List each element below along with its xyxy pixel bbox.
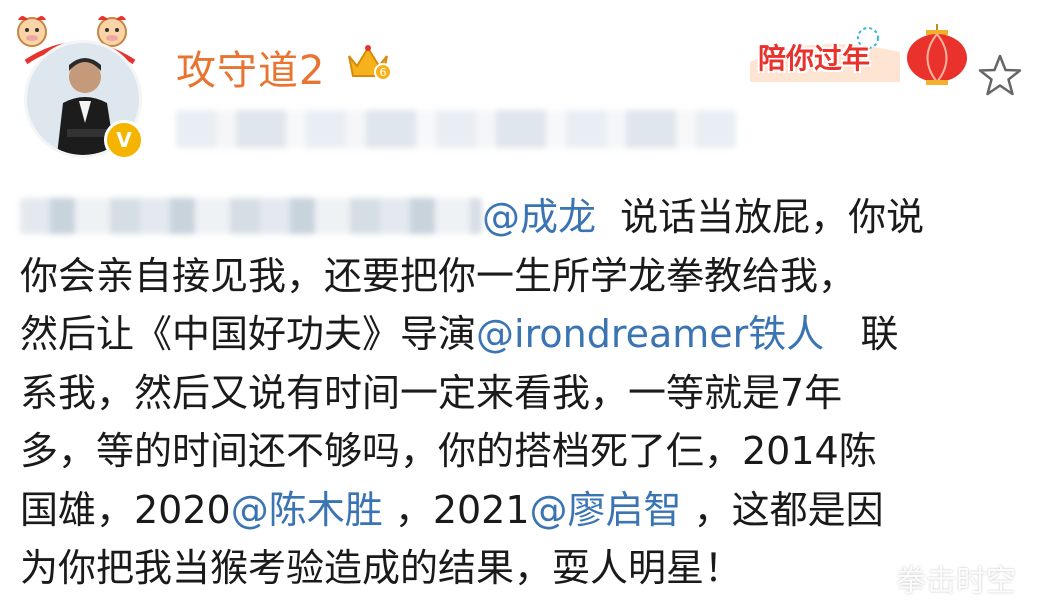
avatar-container[interactable]: V — [12, 10, 152, 160]
lantern-icon — [907, 24, 967, 85]
blurred-mention — [20, 198, 482, 234]
star-outline-icon[interactable] — [976, 52, 1024, 100]
crown-level: 6 — [380, 66, 387, 79]
crown-icon: 6 — [348, 45, 391, 81]
post-content: @成龙 说话当放屁，你说 你会亲自接见我，还要把你一生所学龙拳教给我， 然后让《… — [20, 188, 1030, 598]
event-badge-text: 陪你过年 — [758, 42, 871, 75]
content-text: ，2021 — [382, 487, 530, 532]
event-badge[interactable]: 陪你过年 — [750, 22, 990, 88]
content-text: ，这都是因 — [681, 487, 884, 532]
mention-link[interactable]: @成龙 — [482, 195, 596, 239]
content-text: 联 — [824, 312, 899, 356]
post-meta-blurred — [176, 110, 736, 148]
content-line: 多，等的时间还不够吗，你的搭档死了仨，2014陈 — [20, 429, 877, 473]
content-line: 为你把我当猴考验造成的结果，耍人明星！ — [20, 546, 743, 590]
content-text: 说话当放屁，你说 — [596, 195, 925, 239]
username[interactable]: 攻守道2 — [176, 38, 325, 96]
content-line: 你会亲自接见我，还要把你一生所学龙拳教给我， — [20, 253, 857, 298]
content-line: 然后让《中国好功夫》导演@irondreamer铁人 联 — [20, 305, 1030, 364]
mention-link[interactable]: @irondreamer铁人 — [476, 312, 824, 356]
content-line: 国雄，2020@陈木胜 ，2021@廖启智 ，这都是因 — [20, 481, 1030, 540]
mention-link[interactable]: @廖启智 — [530, 488, 682, 532]
content-text: 国雄，2020 — [20, 487, 231, 532]
content-line: 系我，然后又说有时间一定来看我，一等就是7年 — [20, 370, 843, 415]
mention-link[interactable]: @陈木胜 — [231, 488, 383, 532]
weibo-post: V 攻守道2 6 陪你过年 @成龙 说话当放屁，你说 你会亲自接见我，还要把你一… — [0, 0, 1050, 610]
watermark: 拳击时空 — [896, 564, 1016, 599]
verified-badge-icon: V — [104, 120, 144, 160]
content-text: 然后让《中国好功夫》导演 — [20, 312, 477, 356]
content-line: @成龙 说话当放屁，你说 — [20, 188, 1030, 247]
